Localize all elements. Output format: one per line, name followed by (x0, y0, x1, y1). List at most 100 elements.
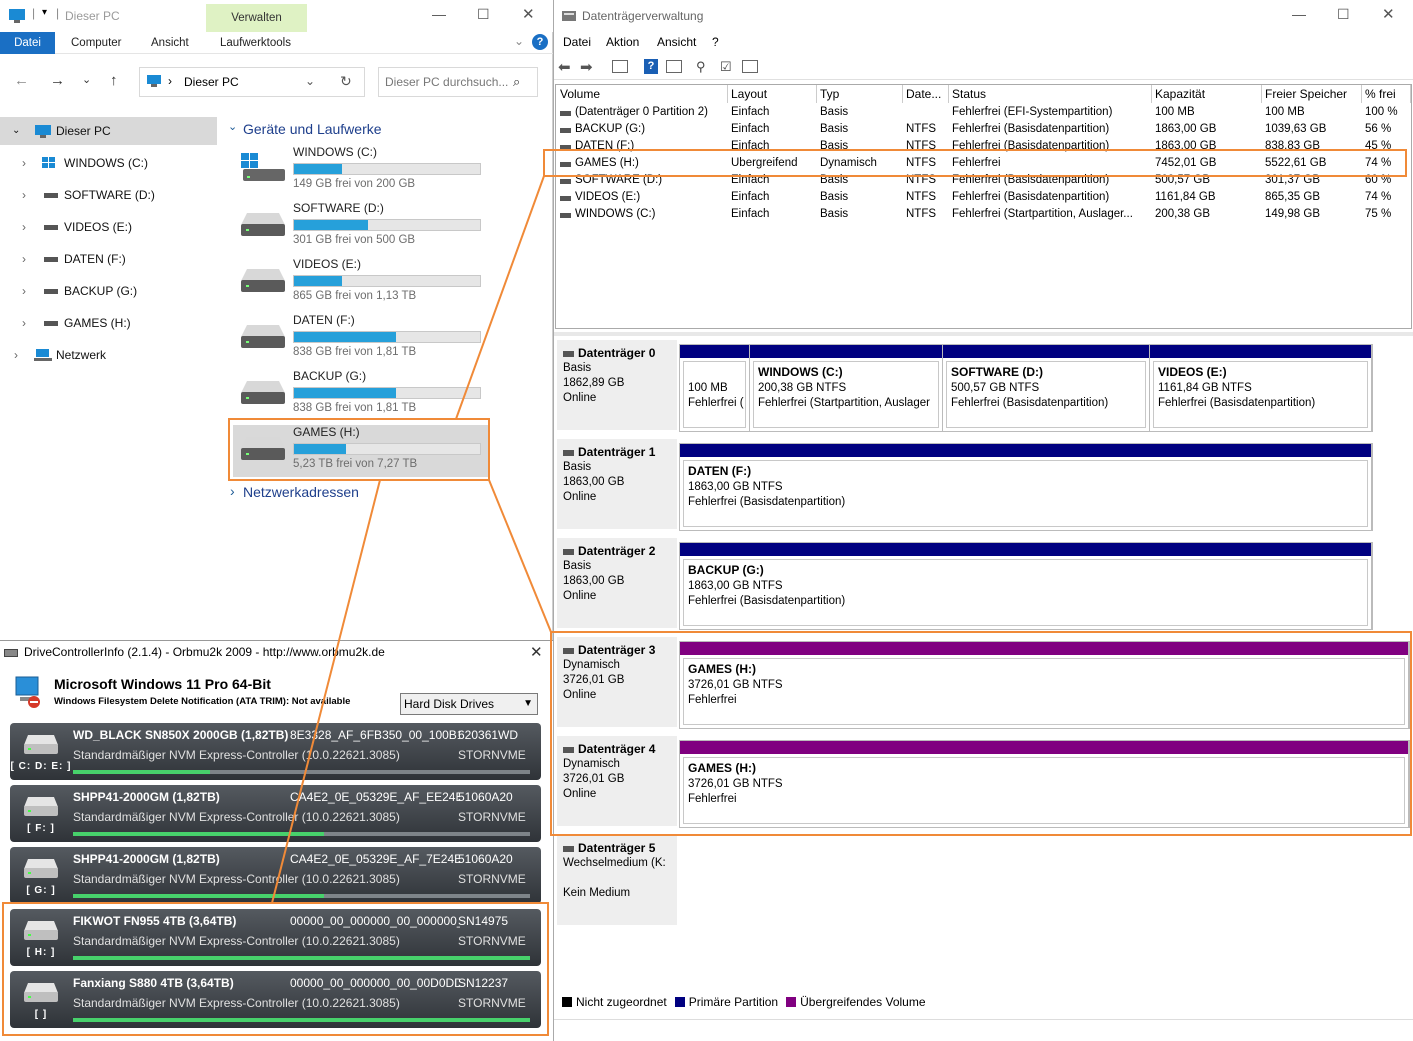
recent-dropdown-icon[interactable]: ⌄ (82, 73, 91, 86)
disk-row[interactable]: Datenträger 3 Dynamisch 3726,01 GB Online GA… (554, 633, 1413, 729)
disk-row[interactable]: Datenträger 0 Basis 1862,89 GB Online 100 MB… (554, 336, 1413, 432)
partition[interactable]: GAMES (H:) 3726,01 GB NTFS Fehlerfrei (680, 741, 1409, 827)
drive-tile[interactable]: SOFTWARE (D:) 301 GB frei von 500 GB (233, 201, 489, 253)
column-header[interactable]: % frei (1362, 85, 1411, 103)
column-header[interactable]: Layout (728, 85, 817, 103)
column-header[interactable]: Status (949, 85, 1152, 103)
close-button[interactable]: ✕ (522, 5, 535, 23)
check-icon[interactable]: ☑ (720, 59, 732, 75)
partition[interactable]: SOFTWARE (D:) 500,57 GB NTFS Fehlerfrei (B… (943, 345, 1150, 431)
chevron-right-icon[interactable]: › (14, 341, 18, 369)
chevron-right-icon[interactable]: › (22, 213, 26, 241)
tab-datei[interactable]: Datei (0, 32, 55, 54)
tree-item-videos[interactable]: › VIDEOS (E:) (0, 213, 217, 241)
drive-card[interactable]: [ F: ] SHPP41-2000GM (1,82TB) CA4E2_0E_053… (10, 785, 541, 842)
column-header[interactable]: Freier Speicher (1262, 85, 1362, 103)
help-icon[interactable]: ? (532, 34, 548, 50)
drive-tile[interactable]: WINDOWS (C:) 149 GB frei von 200 GB (233, 145, 489, 197)
drive-tile[interactable]: GAMES (H:) 5,23 TB frei von 7,27 TB (233, 425, 489, 477)
disk-row[interactable]: Datenträger 5 Wechselmedium (K: Kein Mediu… (554, 831, 1413, 927)
properties-icon[interactable] (666, 60, 682, 73)
chevron-down-icon[interactable]: ⌄ (12, 117, 20, 145)
column-header[interactable]: Volume (557, 85, 728, 103)
close-button[interactable]: ✕ (530, 643, 543, 661)
drive-card[interactable]: [ G: ] SHPP41-2000GM (1,82TB) CA4E2_0E_053… (10, 847, 541, 904)
disk-label[interactable]: Datenträger 2 Basis 1863,00 GB Online (557, 538, 677, 628)
drive-tile[interactable]: DATEN (F:) 838 GB frei von 1,81 TB (233, 313, 489, 365)
section-title-drives[interactable]: Geräte und Laufwerke (243, 121, 382, 137)
tree-item-netzwerk[interactable]: › Netzwerk (0, 341, 217, 369)
partition[interactable]: 100 MB Fehlerfrei ( (680, 345, 750, 431)
drive-card[interactable]: [ H: ] FIKWOT FN955 4TB (3,64TB) 00000_00_… (10, 909, 541, 966)
disk-row[interactable]: Datenträger 1 Basis 1863,00 GB Online DATEN … (554, 435, 1413, 531)
back-arrow-icon[interactable]: ⬅ (558, 58, 571, 76)
address-bar[interactable]: › Dieser PC ⌄ ↻ (139, 67, 365, 97)
menu-datei[interactable]: Datei (563, 35, 591, 49)
chevron-right-icon[interactable]: › (22, 309, 26, 337)
section-title-network[interactable]: Netzwerkadressen (243, 484, 359, 500)
chevron-down-icon[interactable]: ▼ (523, 694, 533, 714)
table-row[interactable]: DATEN (F:) Einfach Basis NTFS Fehlerfrei (Ba… (556, 139, 1411, 156)
tab-laufwerktools[interactable]: Laufwerktools (220, 32, 291, 54)
menu-ansicht[interactable]: Ansicht (657, 35, 696, 49)
breadcrumb[interactable]: Dieser PC (184, 75, 239, 89)
forward-arrow-icon[interactable]: ➡ (580, 58, 593, 76)
chevron-right-icon[interactable]: › (22, 277, 26, 305)
tree-item-games[interactable]: › GAMES (H:) (0, 309, 217, 337)
table-row[interactable]: (Datenträger 0 Partition 2) Einfach Basis F… (556, 105, 1411, 122)
table-row[interactable]: GAMES (H:) Übergreifend Dynamisch NTFS Fehle… (556, 156, 1411, 173)
disk-label[interactable]: Datenträger 1 Basis 1863,00 GB Online (557, 439, 677, 529)
column-header[interactable]: Typ (817, 85, 903, 103)
partition[interactable]: WINDOWS (C:) 200,38 GB NTFS Fehlerfrei (St… (750, 345, 943, 431)
chevron-down-icon[interactable]: ⌄ (228, 120, 237, 133)
table-row[interactable]: SOFTWARE (D:) Einfach Basis NTFS Fehlerfrei … (556, 173, 1411, 190)
minimize-button[interactable]: — (432, 6, 446, 22)
table-row[interactable]: VIDEOS (E:) Einfach Basis NTFS Fehlerfrei (B… (556, 190, 1411, 207)
tab-ansicht[interactable]: Ansicht (151, 32, 189, 54)
table-row[interactable]: BACKUP (G:) Einfach Basis NTFS Fehlerfrei (B… (556, 122, 1411, 139)
drive-type-select[interactable]: Hard Disk Drives ▼ (400, 693, 538, 715)
tree-item-daten[interactable]: › DATEN (F:) (0, 245, 217, 273)
tree-item-windows[interactable]: › WINDOWS (C:) (0, 149, 217, 177)
menu-aktion[interactable]: Aktion (606, 35, 639, 49)
forward-arrow-icon[interactable]: → (50, 72, 65, 89)
partition[interactable]: VIDEOS (E:) 1161,84 GB NTFS Fehlerfrei (Ba… (1150, 345, 1372, 431)
minimize-button[interactable]: — (1292, 6, 1306, 22)
chevron-right-icon[interactable]: › (22, 149, 26, 177)
disk-label[interactable]: Datenträger 4 Dynamisch 3726,01 GB Online (557, 736, 677, 826)
disk-row[interactable]: Datenträger 2 Basis 1863,00 GB Online BACKUP… (554, 534, 1413, 630)
tree-item-dieser-pc[interactable]: ⌄ Dieser PC (0, 117, 217, 145)
quick-access-dropdown-icon[interactable]: ▾ (42, 7, 47, 18)
list-view-icon[interactable] (612, 60, 628, 73)
drive-card[interactable]: [ C: D: E: ] WD_BLACK SN850X 2000GB (1,82… (10, 723, 541, 780)
address-dropdown-icon[interactable]: ⌄ (305, 74, 315, 88)
refresh-icon[interactable]: ↻ (340, 73, 352, 90)
partition[interactable]: BACKUP (G:) 1863,00 GB NTFS Fehlerfrei (Ba… (680, 543, 1372, 629)
disk-label[interactable]: Datenträger 5 Wechselmedium (K: Kein Mediu… (557, 835, 677, 925)
menu-help[interactable]: ? (712, 35, 719, 49)
disk-label[interactable]: Datenträger 0 Basis 1862,89 GB Online (557, 340, 677, 430)
up-arrow-icon[interactable]: ↑ (110, 72, 118, 89)
drive-card[interactable]: [ ] Fanxiang S880 4TB (3,64TB) 00000_00_00… (10, 971, 541, 1028)
disk-label[interactable]: Datenträger 3 Dynamisch 3726,01 GB Online (557, 637, 677, 727)
tab-verwalten[interactable]: Verwalten (206, 4, 307, 32)
maximize-button[interactable]: ☐ (1337, 6, 1350, 23)
close-button[interactable]: ✕ (1382, 5, 1395, 23)
drive-tile[interactable]: VIDEOS (E:) 865 GB frei von 1,13 TB (233, 257, 489, 309)
column-header[interactable]: Date... (903, 85, 949, 103)
settings-icon[interactable] (742, 60, 758, 73)
tab-computer[interactable]: Computer (71, 32, 122, 54)
column-header[interactable]: Kapazität (1152, 85, 1262, 103)
back-arrow-icon[interactable]: ← (14, 72, 29, 89)
drive-tile[interactable]: BACKUP (G:) 838 GB frei von 1,81 TB (233, 369, 489, 421)
help-icon[interactable]: ? (644, 59, 658, 74)
disk-row[interactable]: Datenträger 4 Dynamisch 3726,01 GB Online GA… (554, 732, 1413, 828)
ribbon-collapse-icon[interactable]: ⌄ (514, 34, 524, 48)
maximize-button[interactable]: ☐ (477, 6, 490, 23)
partition[interactable]: DATEN (F:) 1863,00 GB NTFS Fehlerfrei (Bas… (680, 444, 1372, 530)
tree-item-backup[interactable]: › BACKUP (G:) (0, 277, 217, 305)
chevron-right-icon[interactable]: › (230, 483, 235, 499)
chevron-right-icon[interactable]: › (22, 181, 26, 209)
connect-icon[interactable]: ⚲ (696, 59, 706, 75)
table-row[interactable]: WINDOWS (C:) Einfach Basis NTFS Fehlerfrei (… (556, 207, 1411, 224)
